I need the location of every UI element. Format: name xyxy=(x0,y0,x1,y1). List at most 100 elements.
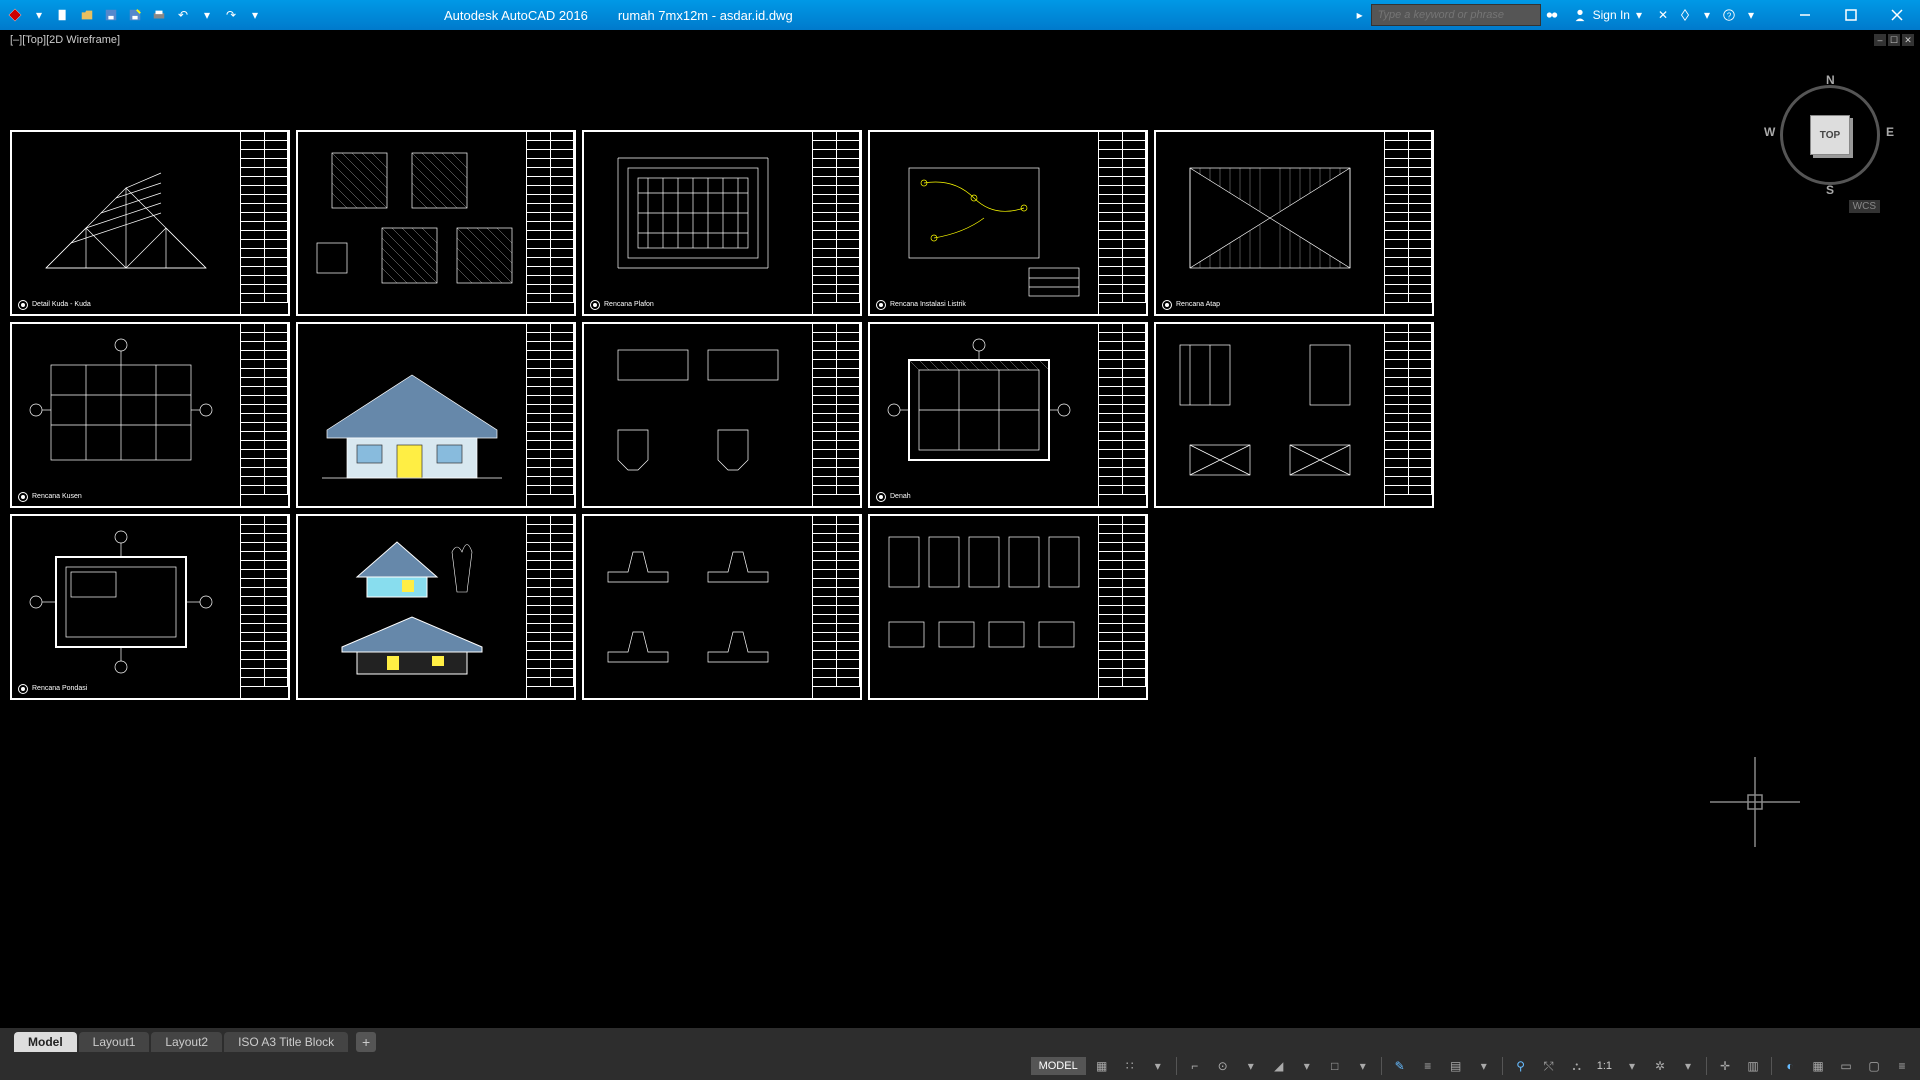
title-block xyxy=(526,516,574,698)
exchange-dropdown-icon[interactable]: ▾ xyxy=(1696,4,1718,26)
signin-button[interactable]: Sign In ▾ xyxy=(1563,8,1652,22)
user-icon xyxy=(1573,8,1587,22)
search-arrow-icon[interactable]: ▸ xyxy=(1349,4,1371,26)
workspace-icon[interactable]: ✲ xyxy=(1648,1055,1672,1077)
sheet-caption: Rencana Atap xyxy=(1176,301,1220,308)
dropdown-icon[interactable]: ▾ xyxy=(30,6,48,24)
wcs-label[interactable]: WCS xyxy=(1849,200,1880,213)
model-space-button[interactable]: MODEL xyxy=(1031,1057,1086,1075)
compass-n[interactable]: N xyxy=(1826,73,1835,87)
signin-label: Sign In xyxy=(1593,8,1630,22)
annotation-icon[interactable]: ✎ xyxy=(1388,1055,1412,1077)
infocenter-icon[interactable] xyxy=(1541,4,1563,26)
sheet-caption: Detail Kuda - Kuda xyxy=(32,301,91,308)
redo-icon[interactable]: ↷ xyxy=(222,6,240,24)
title-block xyxy=(240,132,288,314)
snap-dropdown-icon[interactable]: ▾ xyxy=(1146,1055,1170,1077)
transparency-dropdown-icon[interactable]: ▾ xyxy=(1472,1055,1496,1077)
svg-text:?: ? xyxy=(1727,12,1732,21)
viewport-window-controls: – ☐ ✕ xyxy=(1874,34,1914,46)
search-input[interactable] xyxy=(1371,4,1541,26)
customization-icon[interactable]: ≡ xyxy=(1890,1055,1914,1077)
title-block xyxy=(1098,516,1146,698)
sheet-rencana-plafon: Rencana Plafon xyxy=(582,130,862,316)
sheet-side-elevations xyxy=(296,514,576,700)
title-block xyxy=(526,132,574,314)
sheet-14 xyxy=(868,514,1148,700)
compass-e[interactable]: E xyxy=(1886,125,1894,139)
viewport-label[interactable]: [–][Top][2D Wireframe] xyxy=(10,34,120,46)
isodraft-icon[interactable]: ◢ xyxy=(1267,1055,1291,1077)
help-dropdown-icon[interactable]: ▾ xyxy=(1740,4,1762,26)
tab-layout1[interactable]: Layout1 xyxy=(79,1032,150,1052)
quick-properties-icon[interactable]: ◐ xyxy=(1778,1055,1802,1077)
exchange-icon[interactable]: ✕ xyxy=(1652,4,1674,26)
viewcube[interactable]: TOP N E S W xyxy=(1770,75,1890,195)
title-block xyxy=(1098,132,1146,314)
undo-dropdown-icon[interactable]: ▾ xyxy=(198,6,216,24)
exchange-apps-icon[interactable] xyxy=(1674,4,1696,26)
open-icon[interactable] xyxy=(78,6,96,24)
title-block xyxy=(812,516,860,698)
hardware-accel-icon[interactable]: ▦ xyxy=(1806,1055,1830,1077)
osnap-dropdown-icon[interactable]: ▾ xyxy=(1351,1055,1375,1077)
title-bar: ▾ ↶ ▾ ↷ ▾ Autodesk AutoCAD 2016 rumah 7m… xyxy=(0,0,1920,30)
annoscale-visibility-icon[interactable]: ⛬ xyxy=(1565,1055,1589,1077)
undo-icon[interactable]: ↶ xyxy=(174,6,192,24)
ucs-icon[interactable] xyxy=(1710,757,1800,852)
snap-icon[interactable]: ∷ xyxy=(1118,1055,1142,1077)
sheet-13 xyxy=(582,514,862,700)
isolate-objects-icon[interactable]: ▭ xyxy=(1834,1055,1858,1077)
app-menu-icon[interactable] xyxy=(6,6,24,24)
sheet-rencana-kusen: Rencana Kusen xyxy=(10,322,290,508)
isodraft-dropdown-icon[interactable]: ▾ xyxy=(1295,1055,1319,1077)
units-icon[interactable]: ▥ xyxy=(1741,1055,1765,1077)
new-icon[interactable] xyxy=(54,6,72,24)
title-block xyxy=(812,132,860,314)
polar-dropdown-icon[interactable]: ▾ xyxy=(1239,1055,1263,1077)
annoscale-auto-icon[interactable]: ⤲ xyxy=(1537,1055,1561,1077)
transparency-icon[interactable]: ▤ xyxy=(1444,1055,1468,1077)
sheet-10 xyxy=(1154,322,1434,508)
add-layout-button[interactable]: + xyxy=(356,1032,376,1052)
annoscale-person-icon[interactable]: ⚲ xyxy=(1509,1055,1533,1077)
compass-w[interactable]: W xyxy=(1764,125,1775,139)
workspace-dropdown-icon[interactable]: ▾ xyxy=(1676,1055,1700,1077)
sheet-instalasi-listrik: Rencana Instalasi Listrik xyxy=(868,130,1148,316)
plot-icon[interactable] xyxy=(150,6,168,24)
viewcube-face[interactable]: TOP xyxy=(1810,115,1850,155)
ortho-icon[interactable]: ⌐ xyxy=(1183,1055,1207,1077)
sheet-8 xyxy=(582,322,862,508)
grid-icon[interactable]: ▦ xyxy=(1090,1055,1114,1077)
annotation-scale-label[interactable]: 1:1 xyxy=(1593,1060,1616,1072)
osnap-icon[interactable]: □ xyxy=(1323,1055,1347,1077)
drawing-viewport[interactable]: [–][Top][2D Wireframe] – ☐ ✕ TOP N E S W… xyxy=(0,30,1920,1052)
maximize-button[interactable] xyxy=(1828,0,1874,30)
title-block xyxy=(812,324,860,506)
compass-s[interactable]: S xyxy=(1826,183,1834,197)
title-block xyxy=(1384,132,1432,314)
vp-maximize-icon[interactable]: ☐ xyxy=(1888,34,1900,46)
annotation-monitor-icon[interactable]: ✛ xyxy=(1713,1055,1737,1077)
saveas-icon[interactable] xyxy=(126,6,144,24)
tab-layout2[interactable]: Layout2 xyxy=(151,1032,222,1052)
clean-screen-icon[interactable]: ▢ xyxy=(1862,1055,1886,1077)
title-block xyxy=(240,516,288,698)
lineweight-icon[interactable]: ≡ xyxy=(1416,1055,1440,1077)
status-bar: MODEL ▦ ∷ ▾ ⌐ ⊙ ▾ ◢ ▾ □ ▾ ✎ ≡ ▤ ▾ ⚲ ⤲ ⛬ … xyxy=(0,1052,1920,1080)
annotation-scale-dropdown-icon[interactable]: ▾ xyxy=(1620,1055,1644,1077)
close-button[interactable] xyxy=(1874,0,1920,30)
tab-iso-a3[interactable]: ISO A3 Title Block xyxy=(224,1032,348,1052)
vp-minimize-icon[interactable]: – xyxy=(1874,34,1886,46)
title-block xyxy=(1384,324,1432,506)
polar-icon[interactable]: ⊙ xyxy=(1211,1055,1235,1077)
vp-close-icon[interactable]: ✕ xyxy=(1902,34,1914,46)
drawing-sheets-grid: Detail Kuda - Kuda xyxy=(10,130,1434,700)
layout-tabs: Model Layout1 Layout2 ISO A3 Title Block… xyxy=(0,1028,1920,1052)
sheet-caption: Rencana Plafon xyxy=(604,301,654,308)
tab-model[interactable]: Model xyxy=(14,1032,77,1052)
redo-dropdown-icon[interactable]: ▾ xyxy=(246,6,264,24)
minimize-button[interactable] xyxy=(1782,0,1828,30)
save-icon[interactable] xyxy=(102,6,120,24)
help-icon[interactable]: ? xyxy=(1718,4,1740,26)
